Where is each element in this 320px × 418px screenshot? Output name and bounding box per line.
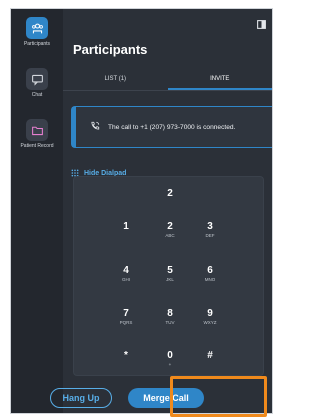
folder-icon [26, 119, 48, 141]
key-letters: + [168, 362, 172, 367]
chat-icon [26, 68, 48, 90]
key-letters: PQRS [119, 320, 133, 325]
dial-key-8[interactable]: 8 TUV [150, 308, 190, 326]
rail-item-chat[interactable]: Chat [11, 68, 63, 98]
key-digit: 3 [207, 221, 213, 232]
rail-label: Patient Record [20, 143, 54, 149]
page-title: Participants [73, 42, 148, 57]
key-letters: TUV [165, 320, 175, 325]
rail-item-participants[interactable]: Participants [11, 17, 63, 47]
dial-key-4[interactable]: 4 GHI [106, 265, 146, 283]
divider [63, 90, 272, 91]
key-letters: ABC [165, 233, 175, 238]
key-letters: MNO [204, 277, 216, 282]
tab-bar: LIST (1) INVITE [63, 72, 272, 90]
key-digit: 6 [207, 265, 213, 276]
hang-up-button[interactable]: Hang Up [50, 388, 112, 408]
key-digit: 9 [207, 308, 213, 319]
rail-item-patient-record[interactable]: Patient Record [11, 119, 63, 149]
participants-icon [26, 17, 48, 39]
key-digit: 7 [123, 308, 129, 319]
key-digit: * [124, 350, 128, 361]
key-digit: 2 [167, 221, 173, 232]
dial-key-7[interactable]: 7 PQRS [106, 308, 146, 326]
tab-list[interactable]: LIST (1) [63, 72, 168, 90]
key-letters: WXYZ [203, 320, 217, 325]
call-connected-banner: The call to +1 (207) 973-7000 is connect… [71, 106, 272, 148]
merge-call-highlight [170, 376, 267, 417]
dial-key-star[interactable]: * [106, 350, 146, 362]
key-digit: 4 [123, 265, 129, 276]
rail-label: Chat [31, 92, 43, 98]
key-letters: GHI [121, 277, 130, 282]
side-rail: Participants Chat Patient Record [11, 9, 63, 413]
dialpad: 2 1 2 ABC 3 DEF 4 GHI 5 JKL 6 MNO 7 PQRS… [73, 176, 264, 376]
dial-key-5[interactable]: 5 JKL [150, 265, 190, 283]
key-digit: 1 [123, 221, 129, 232]
key-digit: 8 [167, 308, 173, 319]
dial-key-1[interactable]: 1 [106, 221, 146, 233]
key-letters: JKL [166, 277, 174, 282]
participants-panel: Participants LIST (1) INVITE The call to… [63, 9, 272, 413]
dial-key-9[interactable]: 9 WXYZ [190, 308, 230, 326]
rail-label: Participants [23, 41, 51, 47]
dial-key-2[interactable]: 2 ABC [150, 221, 190, 239]
dial-key-0[interactable]: 0 + [150, 350, 190, 368]
banner-text: The call to +1 (207) 973-7000 is connect… [108, 123, 236, 131]
dial-key-6[interactable]: 6 MNO [190, 265, 230, 283]
tab-invite[interactable]: INVITE [167, 72, 272, 90]
banner-accent [72, 107, 76, 147]
key-letters: DEF [205, 233, 215, 238]
call-window: Participants Chat Patient Record Partici… [10, 8, 273, 414]
key-digit: # [207, 350, 213, 361]
close-panel-icon[interactable] [257, 16, 266, 34]
key-digit: 0 [167, 350, 173, 361]
dial-key-3[interactable]: 3 DEF [190, 221, 230, 239]
dialpad-display: 2 [150, 188, 190, 200]
dial-key-hash[interactable]: # [190, 350, 230, 362]
phone-connected-icon [90, 118, 100, 136]
key-digit: 5 [167, 265, 173, 276]
dialpad-display-value: 2 [167, 188, 173, 199]
